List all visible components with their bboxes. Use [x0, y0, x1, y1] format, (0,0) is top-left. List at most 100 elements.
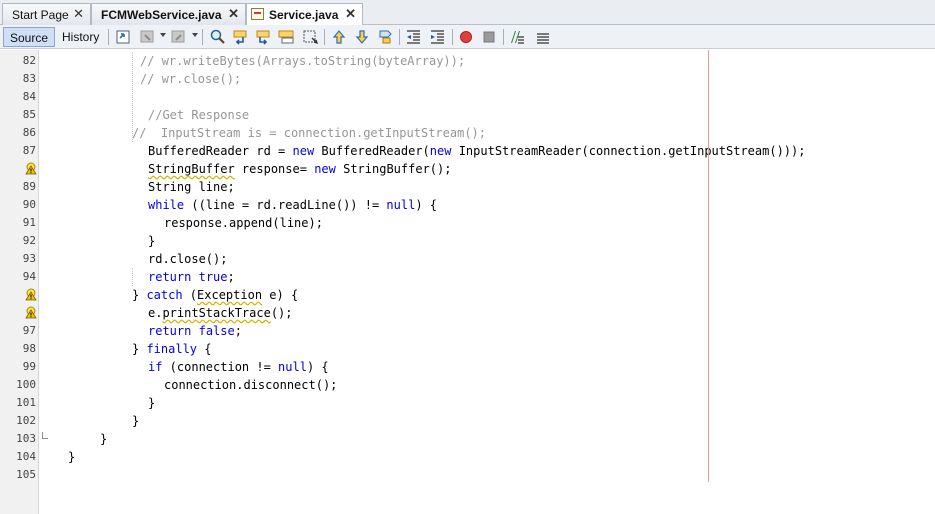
- code-token: // InputStream is = connection.getInputS…: [132, 126, 487, 140]
- line-number: 99: [22, 360, 36, 373]
- shift-right-icon[interactable]: [429, 29, 446, 45]
- code-token: ((line = rd.readLine()) !=: [184, 198, 387, 212]
- code-token: if: [148, 360, 163, 374]
- find-icon[interactable]: [209, 29, 226, 45]
- tab-fcmwebservice-java[interactable]: FCMWebService.java ✕: [91, 3, 246, 25]
- code-token: catch: [146, 288, 183, 302]
- shift-left-icon[interactable]: [405, 29, 422, 45]
- back-dropdown-icon[interactable]: [160, 33, 166, 37]
- tab-fcmwebservice-label: FCMWebService.java: [101, 8, 222, 22]
- toolbar-separator: [202, 29, 203, 45]
- code-token: ) {: [306, 360, 329, 374]
- find-previous-icon[interactable]: [232, 29, 249, 45]
- code-token: StringBuffer();: [335, 162, 452, 176]
- tab-service-java[interactable]: Service.java ✕: [246, 3, 363, 26]
- code-token: connection.disconnect();: [164, 378, 338, 392]
- code-token: ;: [227, 270, 235, 284]
- tab-service-label: Service.java: [269, 8, 339, 22]
- warning-hint-icon[interactable]: [25, 288, 37, 301]
- start-macro-recording-icon[interactable]: [458, 29, 475, 45]
- forward-icon[interactable]: [170, 29, 187, 45]
- fold-end-marker[interactable]: [42, 432, 48, 439]
- code-line: }: [100, 430, 107, 448]
- code-token: (: [182, 288, 198, 302]
- line-number: 103: [16, 432, 36, 445]
- code-token: //Get Response: [148, 108, 250, 122]
- code-line: // wr.close();: [140, 70, 241, 88]
- close-icon[interactable]: ✕: [345, 6, 356, 22]
- code-line: return false;: [148, 322, 242, 340]
- code-line: }: [68, 448, 75, 466]
- close-icon[interactable]: ✕: [228, 6, 239, 22]
- source-view-button[interactable]: Source: [3, 27, 55, 47]
- code-token: new: [292, 144, 315, 158]
- last-edit-icon[interactable]: [115, 29, 132, 45]
- forward-dropdown-icon[interactable]: [192, 33, 198, 37]
- uncomment-icon[interactable]: [534, 29, 551, 45]
- back-icon[interactable]: [139, 29, 156, 45]
- code-token: ;: [234, 324, 242, 338]
- line-number: 85: [22, 108, 36, 121]
- toolbar-separator: [324, 29, 325, 45]
- previous-bookmark-icon[interactable]: [331, 29, 348, 45]
- toolbar-separator: [452, 29, 453, 45]
- line-number: 97: [22, 324, 36, 337]
- tab-start-page-label: Start Page: [12, 8, 69, 22]
- editor-tab-bar: Start Page ✕ FCMWebService.java ✕ Servic…: [0, 0, 935, 26]
- code-token: null: [386, 198, 416, 212]
- find-selection-icon[interactable]: [278, 29, 295, 45]
- line-number: 100: [16, 378, 36, 391]
- code-line: }: [148, 232, 155, 250]
- comment-icon[interactable]: [509, 29, 526, 45]
- line-number: 84: [22, 90, 36, 103]
- next-bookmark-icon[interactable]: [354, 29, 371, 45]
- toolbar-separator: [108, 29, 109, 45]
- code-token: {: [197, 342, 212, 356]
- find-next-icon[interactable]: [255, 29, 272, 45]
- code-line: return true;: [148, 268, 235, 286]
- line-number-gutter: 82 83 84 85 86 87 89 90 91 92 93 94 97 98 99 100 101 102 1…: [0, 50, 39, 514]
- indent-guide: [132, 268, 133, 286]
- select-block-icon[interactable]: [302, 29, 319, 45]
- code-token: BufferedReader rd =: [148, 144, 293, 158]
- code-token: new: [314, 162, 336, 176]
- line-number: 94: [22, 270, 36, 283]
- right-margin-line: [708, 50, 709, 482]
- history-view-button[interactable]: History: [56, 27, 104, 47]
- code-token: BufferedReader(: [314, 144, 430, 158]
- line-number: 101: [16, 396, 36, 409]
- code-line: BufferedReader rd = new BufferedReader(n…: [148, 142, 805, 160]
- line-number: 91: [22, 216, 36, 229]
- warning-hint-icon[interactable]: [25, 162, 37, 175]
- code-line: String line;: [148, 178, 235, 196]
- fold-margin: [39, 50, 51, 514]
- tab-start-page[interactable]: Start Page ✕: [2, 3, 91, 25]
- code-line: StringBuffer response= new StringBuffer(…: [148, 160, 451, 178]
- code-token: ();: [270, 306, 293, 320]
- line-number: 102: [16, 414, 36, 427]
- line-number: 82: [22, 54, 36, 67]
- warning-hint-icon[interactable]: [25, 306, 37, 319]
- code-line: // InputStream is = connection.getInputS…: [132, 124, 486, 142]
- stop-macro-recording-icon[interactable]: [481, 29, 498, 45]
- code-line: //Get Response: [148, 106, 249, 124]
- code-token: return: [148, 324, 192, 338]
- code-token: // wr.close();: [140, 72, 242, 86]
- line-number: 89: [22, 180, 36, 193]
- code-line: response.append(line);: [164, 214, 323, 232]
- line-number: 98: [22, 342, 36, 355]
- code-token: ) {: [415, 198, 438, 212]
- code-line: } catch (Exception e) {: [132, 286, 298, 304]
- code-token: response=: [234, 162, 315, 176]
- line-number: 86: [22, 126, 36, 139]
- code-token: String line;: [148, 180, 235, 194]
- line-number: 93: [22, 252, 36, 265]
- close-icon[interactable]: ✕: [73, 6, 84, 22]
- toggle-bookmark-icon[interactable]: [377, 29, 394, 45]
- code-token: while: [148, 198, 185, 212]
- code-line: } finally {: [132, 340, 211, 358]
- code-token: false: [198, 324, 235, 338]
- code-line: while ((line = rd.readLine()) != null) {: [148, 196, 437, 214]
- code-editor[interactable]: // wr.writeBytes(Arrays.toString(byteArr…: [51, 50, 935, 514]
